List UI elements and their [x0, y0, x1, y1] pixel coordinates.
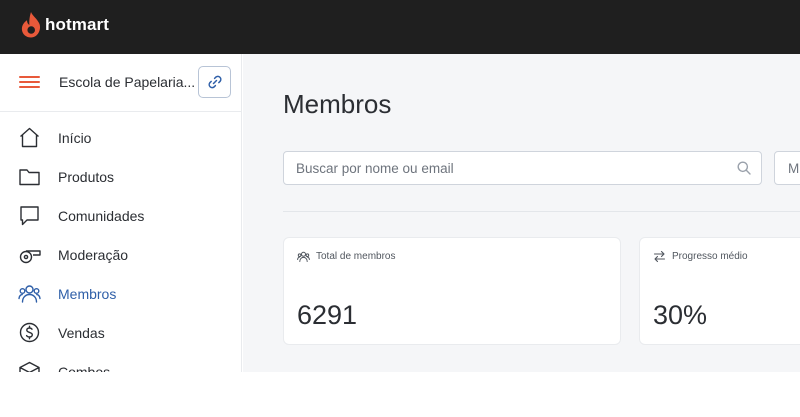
card-header: Progresso médio	[653, 250, 748, 263]
divider	[283, 211, 800, 212]
link-icon	[207, 75, 222, 89]
copy-link-button[interactable]	[198, 66, 231, 98]
dollar-circle-icon	[18, 321, 41, 344]
sidebar-item-label: Moderação	[58, 247, 129, 263]
filter-label: M	[788, 161, 800, 176]
sidebar-header: Escola de Papelaria...	[0, 54, 241, 112]
sidebar-item-vendas[interactable]: Vendas	[0, 313, 241, 352]
hotmart-logo[interactable]: hotmart	[20, 9, 109, 41]
main-content: Membros M Total de membros 6291 Progress…	[243, 54, 800, 372]
sidebar-item-moderacao[interactable]: Moderação	[0, 235, 241, 274]
average-progress-card: Progresso médio 30%	[639, 237, 800, 345]
search-input[interactable]	[296, 152, 726, 184]
school-name[interactable]: Escola de Papelaria...	[59, 74, 195, 90]
sidebar-item-produtos[interactable]: Produtos	[0, 157, 241, 196]
search-icon[interactable]	[736, 160, 752, 176]
sidebar-item-label: Produtos	[58, 169, 115, 185]
sidebar-item-label: Início	[58, 130, 92, 146]
sidebar-item-comunidades[interactable]: Comunidades	[0, 196, 241, 235]
search-box	[283, 151, 762, 185]
sidebar-nav: Início Produtos Comunidades Moderação Me…	[0, 118, 241, 372]
home-icon	[18, 126, 41, 149]
chat-bubble-icon	[18, 204, 41, 227]
brand-name: hotmart	[45, 15, 109, 34]
top-bar: hotmart	[0, 0, 800, 54]
whistle-icon	[18, 243, 41, 266]
folder-icon	[18, 165, 41, 188]
users-icon	[18, 282, 41, 305]
page-title: Membros	[283, 89, 392, 119]
sidebar-item-label: Vendas	[58, 325, 105, 341]
card-header: Total de membros	[297, 250, 395, 263]
flame-icon	[21, 12, 41, 38]
sidebar-item-membros[interactable]: Membros	[0, 274, 241, 313]
total-members-value: 6291	[297, 300, 358, 330]
sidebar-item-label: Combos	[58, 364, 111, 372]
average-progress-value: 30%	[653, 300, 708, 330]
sidebar-item-label: Comunidades	[58, 208, 145, 224]
users-icon	[297, 251, 310, 262]
sidebar-item-inicio[interactable]: Início	[0, 118, 241, 157]
menu-icon[interactable]	[19, 74, 40, 90]
card-label: Progresso médio	[672, 251, 748, 262]
sidebar: Escola de Papelaria... Início Produtos C…	[0, 54, 242, 372]
progress-arrows-icon	[653, 250, 666, 263]
sidebar-item-combos[interactable]: Combos	[0, 352, 241, 372]
card-label: Total de membros	[316, 251, 396, 262]
filter-dropdown[interactable]: M	[774, 151, 800, 185]
sidebar-item-label: Membros	[58, 286, 117, 302]
box-icon	[18, 360, 41, 372]
total-members-card: Total de membros 6291	[283, 237, 621, 345]
